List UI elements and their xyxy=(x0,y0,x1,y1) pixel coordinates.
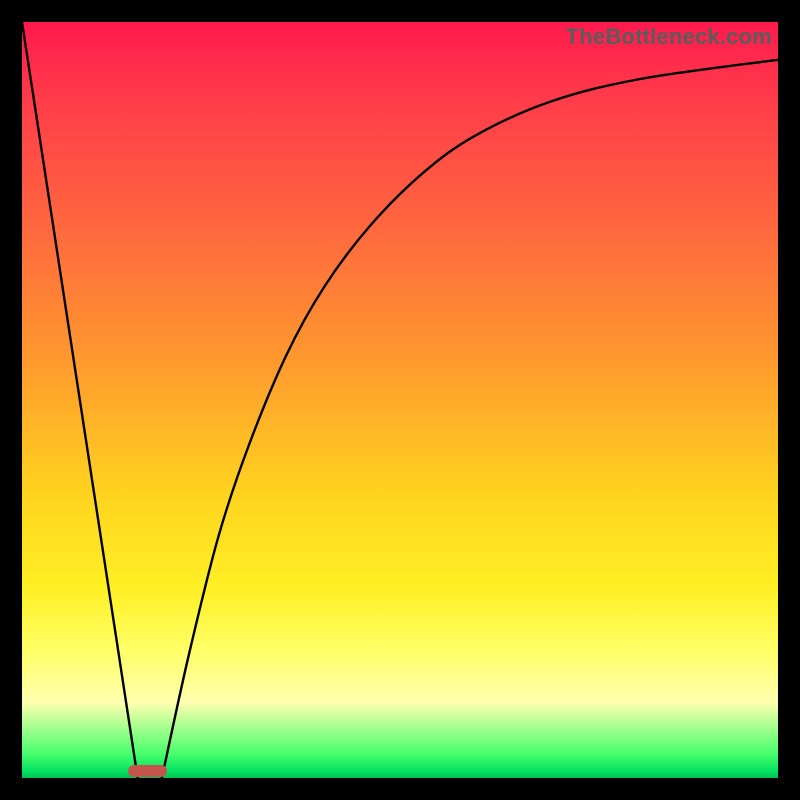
optimal-range-marker xyxy=(128,765,167,777)
chart-frame: TheBottleneck.com xyxy=(0,0,800,800)
plot-area: TheBottleneck.com xyxy=(22,22,778,778)
watermark-text: TheBottleneck.com xyxy=(566,24,772,50)
bottleneck-curve xyxy=(22,22,778,778)
